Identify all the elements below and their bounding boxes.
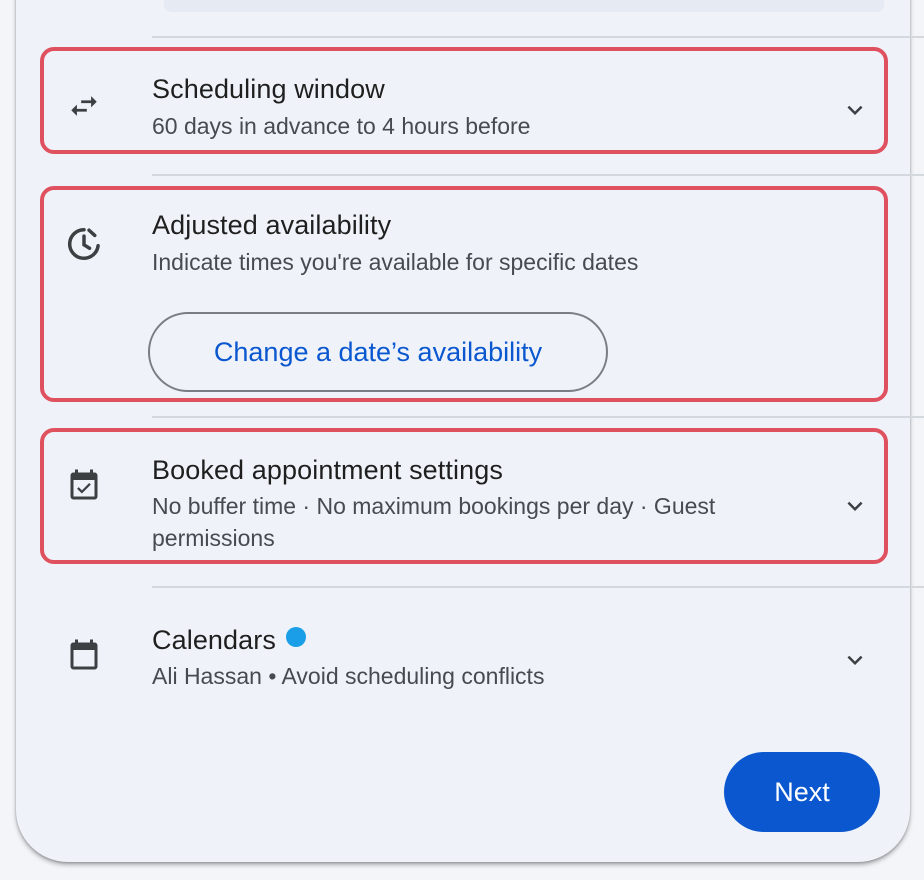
calendars-title: Calendars (152, 625, 306, 656)
divider (152, 416, 924, 418)
booked-settings-subtitle: No buffer time · No maximum bookings per… (152, 493, 716, 551)
status-dot (285, 627, 306, 647)
adjusted-availability-title: Adjusted availability (152, 210, 392, 240)
booked-settings-title: Booked appointment settings (152, 455, 503, 485)
previous-section-footer (164, 0, 884, 12)
schedule-clock-icon (64, 224, 104, 264)
calendar-icon (64, 636, 104, 676)
divider (152, 586, 924, 588)
scheduling-window-subtitle: 60 days in advance to 4 hours before (152, 113, 531, 139)
next-button[interactable]: Next (724, 752, 880, 832)
adjusted-availability-subtitle: Indicate times you're available for spec… (152, 249, 639, 275)
chevron-down-icon[interactable] (840, 491, 870, 521)
divider (152, 174, 924, 176)
change-date-availability-button[interactable]: Change a date’s availability (148, 312, 608, 392)
calendars-title-text: Calendars (152, 625, 276, 655)
scheduling-window-title: Scheduling window (152, 74, 385, 104)
swap-arrows-icon (64, 86, 104, 126)
chevron-down-icon[interactable] (840, 645, 870, 675)
chevron-down-icon[interactable] (840, 95, 870, 125)
divider (152, 36, 924, 38)
event-available-icon (64, 466, 104, 506)
calendars-subtitle: Ali Hassan • Avoid scheduling conflicts (152, 663, 545, 689)
